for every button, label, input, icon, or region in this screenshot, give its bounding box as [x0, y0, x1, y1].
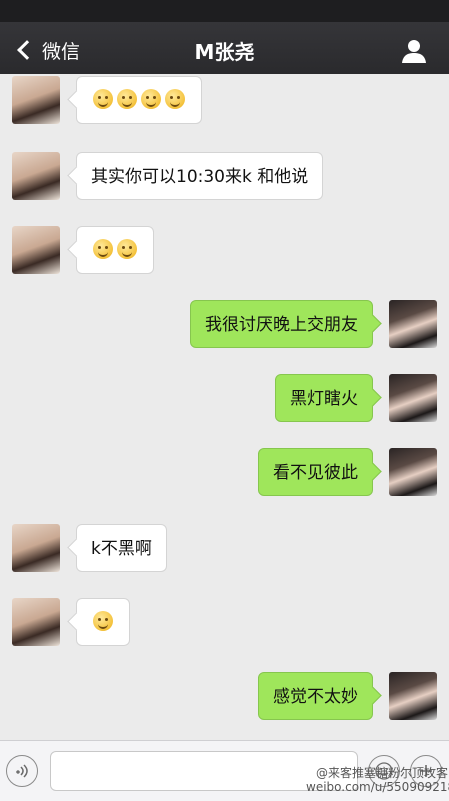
smile-emoji-icon	[165, 89, 185, 109]
message-bubble[interactable]: k不黑啊	[76, 524, 167, 572]
contact-avatar[interactable]	[12, 152, 60, 200]
message-bubble[interactable]: 看不见彼此	[258, 448, 373, 496]
voice-icon[interactable]	[6, 755, 38, 787]
chat-title: M张尧	[194, 40, 255, 64]
smile-emoji-icon	[93, 239, 113, 259]
message-bubble[interactable]: 其实你可以10:30来k 和他说	[76, 152, 324, 200]
message-bubble[interactable]: 黑灯瞎火	[275, 374, 373, 422]
navigation-bar: 微信 M张尧	[0, 0, 449, 74]
message-list[interactable]: 其实你可以10:30来k 和他说 我很讨厌晚上交朋友 黑灯瞎火 看不见彼此 k不…	[0, 74, 449, 740]
my-avatar[interactable]	[389, 374, 437, 422]
smile-emoji-icon	[117, 239, 137, 259]
smile-emoji-icon	[93, 611, 113, 631]
person-icon[interactable]	[401, 38, 427, 64]
my-avatar[interactable]	[389, 300, 437, 348]
message-bubble[interactable]	[76, 76, 202, 124]
contact-avatar[interactable]	[12, 524, 60, 572]
contact-avatar[interactable]	[12, 76, 60, 124]
smile-emoji-icon	[117, 89, 137, 109]
watermark-handle: @来客推塞糖粉尔顶攻客	[316, 766, 449, 780]
contact-avatar[interactable]	[12, 598, 60, 646]
contact-avatar[interactable]	[12, 226, 60, 274]
message-bubble[interactable]: 感觉不太妙	[258, 672, 373, 720]
my-avatar[interactable]	[389, 672, 437, 720]
message-bubble[interactable]	[76, 598, 130, 646]
message-bubble[interactable]: 我很讨厌晚上交朋友	[190, 300, 373, 348]
my-avatar[interactable]	[389, 448, 437, 496]
smile-emoji-icon	[141, 89, 161, 109]
watermark-url: weibo.com/u/5509092188	[306, 780, 449, 794]
status-bar	[0, 0, 449, 22]
message-bubble[interactable]	[76, 226, 154, 274]
smile-emoji-icon	[93, 89, 113, 109]
